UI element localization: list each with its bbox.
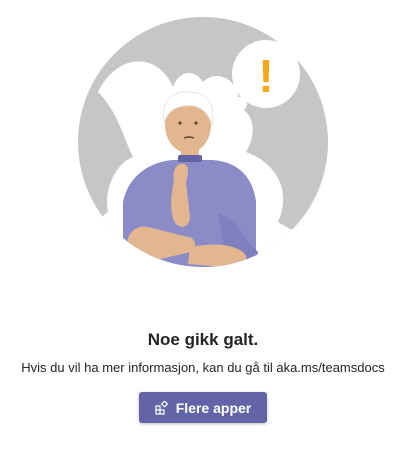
- apps-icon: [155, 400, 168, 415]
- error-message: Hvis du vil ha mer informasjon, kan du g…: [21, 360, 385, 375]
- error-title: Noe gikk galt.: [147, 330, 259, 349]
- person-eye-right: [194, 121, 198, 125]
- error-illustration: !: [78, 17, 328, 267]
- person-hand: [171, 163, 190, 227]
- person-collar: [178, 155, 202, 162]
- person-eye-left: [178, 121, 182, 125]
- thought-dot-small: [226, 114, 234, 122]
- more-apps-button-label: Flere apper: [175, 399, 252, 416]
- exclamation-icon: !: [258, 50, 273, 102]
- more-apps-button[interactable]: Flere apper: [139, 392, 267, 423]
